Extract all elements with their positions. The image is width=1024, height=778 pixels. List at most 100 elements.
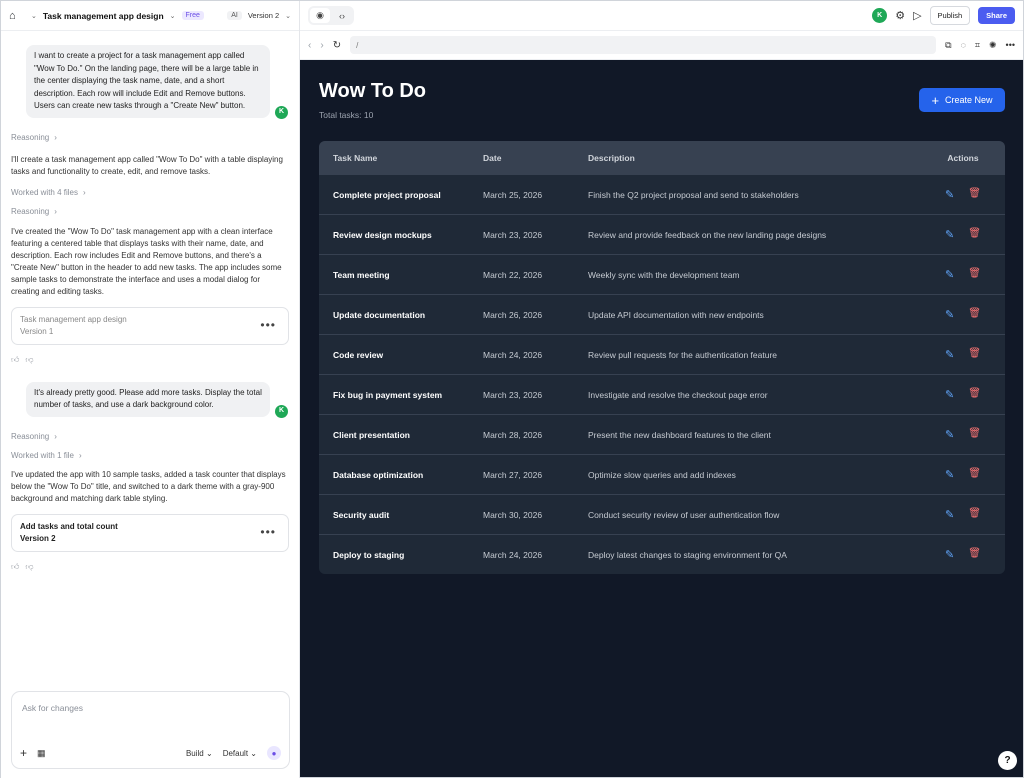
chat-input-box[interactable]: Ask for changes + ▦ Build ⌄ Default ⌄ ●: [11, 691, 290, 769]
task-description: Update API documentation with new endpoi…: [588, 309, 764, 320]
user-message-text: It's already pretty good. Please add mor…: [34, 387, 262, 410]
task-name: Deploy to staging: [333, 549, 405, 560]
refresh-icon[interactable]: ↻: [333, 40, 341, 51]
settings-gear-icon[interactable]: ⚙: [895, 9, 905, 22]
more-icon[interactable]: •••: [1006, 40, 1015, 50]
files-toggle[interactable]: Worked with 1 file ›: [11, 451, 289, 460]
chevron-down-icon[interactable]: ⌄: [31, 12, 37, 20]
edit-pencil-icon[interactable]: ✎: [945, 468, 954, 481]
reasoning-toggle[interactable]: Reasoning ›: [11, 432, 289, 441]
edit-pencil-icon[interactable]: ✎: [945, 188, 954, 201]
select-element-icon[interactable]: ⌗: [975, 40, 980, 51]
calendar-icon[interactable]: ▦: [37, 748, 46, 759]
share-button[interactable]: Share: [978, 7, 1015, 24]
version-card-version: Version 1: [20, 326, 54, 336]
delete-trash-icon[interactable]: 🗑︎: [968, 268, 981, 281]
row-actions: ✎ 🗑︎: [921, 468, 1005, 481]
delete-trash-icon[interactable]: 🗑︎: [968, 308, 981, 321]
table-row: Client presentation March 28, 2026 Present…: [319, 414, 1005, 454]
files-label: Worked with 4 files: [11, 187, 78, 197]
table-row: Deploy to staging March 24, 2026 Deploy la…: [319, 534, 1005, 574]
delete-trash-icon[interactable]: 🗑︎: [968, 468, 981, 481]
user-avatar: K: [275, 404, 288, 418]
task-description: Weekly sync with the development team: [588, 269, 740, 280]
microphone-icon[interactable]: ●: [267, 746, 281, 760]
edit-pencil-icon[interactable]: ✎: [945, 308, 954, 321]
edit-pencil-icon[interactable]: ✎: [945, 388, 954, 401]
table-row: Database optimization March 27, 2026 Optim…: [319, 454, 1005, 494]
table-row: Team meeting March 22, 2026 Weekly sync wi…: [319, 254, 1005, 294]
delete-trash-icon[interactable]: 🗑︎: [968, 388, 981, 401]
user-message-text: I want to create a project for a task ma…: [34, 51, 259, 110]
delete-trash-icon[interactable]: 🗑︎: [968, 348, 981, 361]
task-date: March 28, 2026: [483, 429, 543, 440]
edit-pencil-icon[interactable]: ✎: [945, 348, 954, 361]
delete-trash-icon[interactable]: 🗑︎: [968, 508, 981, 521]
task-name: Review design mockups: [333, 229, 432, 240]
delete-trash-icon[interactable]: 🗑︎: [968, 228, 981, 241]
version-card-version: Version 2: [20, 533, 56, 543]
open-external-icon[interactable]: ⧉: [945, 40, 951, 51]
back-icon[interactable]: ‹: [308, 40, 311, 51]
task-description: Review pull requests for the authenticat…: [588, 349, 778, 360]
view-toggle: ◉ ‹›: [308, 6, 354, 25]
forward-icon[interactable]: ›: [320, 40, 323, 51]
code-icon[interactable]: ‹›: [332, 8, 352, 23]
chat-input[interactable]: Ask for changes: [22, 703, 83, 713]
version-card[interactable]: Task management app design Version 1 •••: [11, 306, 289, 345]
row-actions: ✎ 🗑︎: [921, 228, 1005, 241]
task-description: Present the new dashboard features to th…: [588, 429, 771, 440]
preview-eye-icon[interactable]: ◉: [310, 8, 330, 23]
edit-pencil-icon[interactable]: ✎: [945, 548, 954, 561]
user-avatar[interactable]: K: [872, 8, 888, 23]
edit-pencil-icon[interactable]: ✎: [945, 228, 954, 241]
delete-trash-icon[interactable]: 🗑︎: [968, 188, 981, 201]
reasoning-toggle[interactable]: Reasoning ›: [11, 207, 289, 216]
thumbs-up-icon[interactable]: 👍︎: [11, 355, 19, 365]
delete-trash-icon[interactable]: 🗑︎: [968, 428, 981, 441]
task-date: March 24, 2026: [483, 549, 543, 560]
assistant-message: I'll create a task management app called…: [11, 154, 283, 176]
files-toggle[interactable]: Worked with 4 files ›: [11, 188, 289, 197]
comment-icon[interactable]: ◌: [961, 40, 966, 50]
row-actions: ✎ 🗑︎: [921, 268, 1005, 281]
plus-icon[interactable]: +: [20, 746, 27, 760]
project-title[interactable]: Task management app design: [43, 11, 164, 21]
more-options-icon[interactable]: •••: [260, 318, 276, 332]
version-chevron-icon[interactable]: ⌄: [285, 12, 291, 20]
edit-pencil-icon[interactable]: ✎: [945, 508, 954, 521]
create-new-button[interactable]: + Create New: [919, 88, 1005, 112]
url-input[interactable]: /: [350, 36, 937, 54]
mode-default-dropdown[interactable]: Default ⌄: [223, 749, 257, 758]
plan-badge: Free: [181, 11, 204, 20]
edit-pencil-icon[interactable]: ✎: [945, 428, 954, 441]
brightness-icon[interactable]: ✺: [989, 40, 997, 51]
app-logo-icon[interactable]: ⌂: [9, 9, 25, 23]
app-preview: Wow To Do Total tasks: 10 + Create New T…: [300, 60, 1023, 777]
version-card[interactable]: Add tasks and total count Version 2 •••: [11, 513, 289, 552]
help-button[interactable]: ?: [998, 751, 1017, 770]
thumbs-down-icon[interactable]: 👎︎: [25, 562, 33, 572]
task-name: Client presentation: [333, 429, 410, 440]
task-name: Update documentation: [333, 309, 426, 320]
thumbs-down-icon[interactable]: 👎︎: [25, 355, 33, 365]
chevron-right-icon: ›: [54, 206, 57, 216]
col-date: Date: [483, 152, 502, 163]
version-selector[interactable]: Version 2: [248, 11, 279, 20]
reasoning-label: Reasoning: [11, 206, 50, 216]
chevron-right-icon: ›: [54, 431, 57, 441]
mode-build-dropdown[interactable]: Build ⌄: [186, 749, 213, 758]
row-actions: ✎ 🗑︎: [921, 508, 1005, 521]
reasoning-toggle[interactable]: Reasoning ›: [11, 133, 289, 142]
table-row: Code review March 24, 2026 Review pull req…: [319, 334, 1005, 374]
play-icon[interactable]: ▷: [913, 9, 921, 22]
chat-header: ⌂ ⌄ Task management app design ⌄ Free AI…: [1, 1, 299, 31]
more-options-icon[interactable]: •••: [260, 525, 276, 539]
table-header: Task Name Date Description Actions: [319, 141, 1005, 174]
delete-trash-icon[interactable]: 🗑︎: [968, 548, 981, 561]
publish-button[interactable]: Publish: [929, 6, 971, 25]
row-actions: ✎ 🗑︎: [921, 548, 1005, 561]
edit-pencil-icon[interactable]: ✎: [945, 268, 954, 281]
thumbs-up-icon[interactable]: 👍︎: [11, 562, 19, 572]
project-menu-chevron-icon[interactable]: ⌄: [170, 12, 176, 20]
